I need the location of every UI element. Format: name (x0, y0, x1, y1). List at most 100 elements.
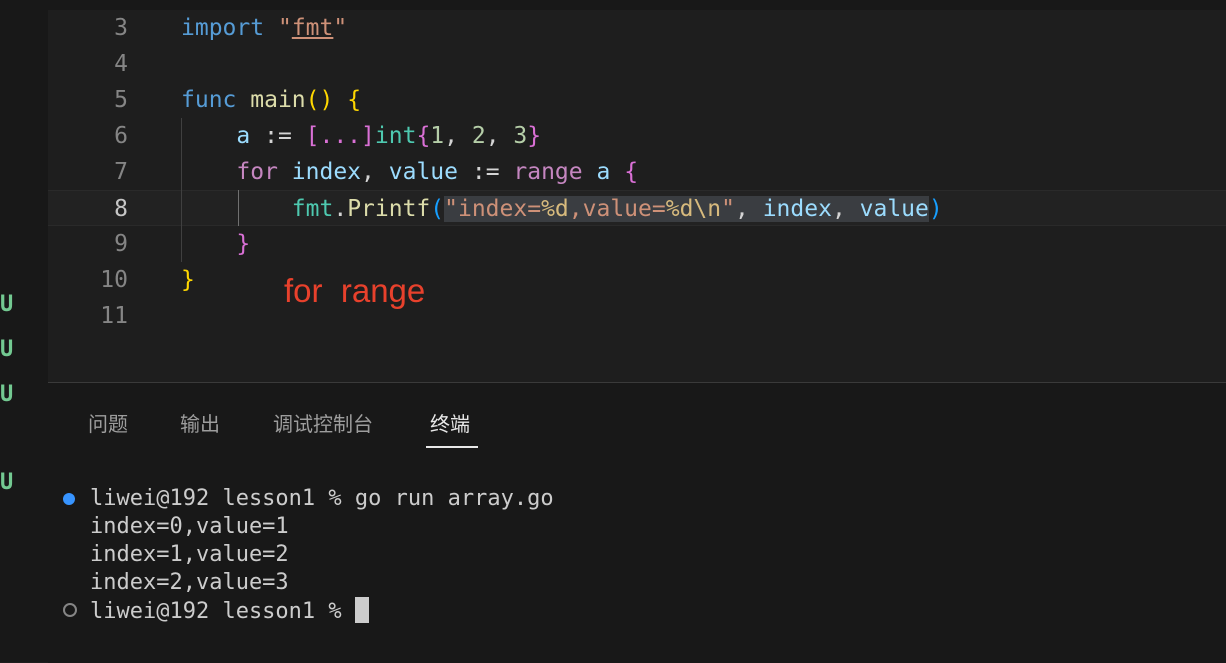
code-token: a (596, 159, 611, 185)
untracked-marker: U (0, 382, 14, 407)
code-line[interactable]: 10 } (48, 262, 1226, 298)
code-token: %d (541, 196, 569, 222)
terminal-output-line: index=1,value=2 (90, 542, 289, 567)
code-token: () (305, 87, 334, 113)
terminal-command-line: liwei@192 lesson1 % go run array.go (90, 486, 554, 511)
code-token: a (236, 123, 251, 149)
untracked-marker: U (0, 337, 14, 362)
code-token: } (181, 267, 195, 293)
code-text: import "fmt" (181, 10, 347, 46)
code-text: fmt.Printf("index=%d,value=%d\n", index,… (181, 191, 943, 227)
command-success-icon[interactable] (63, 493, 75, 505)
code-line[interactable]: 7 for index, value := range a { (48, 154, 1226, 190)
code-token: " (277, 15, 292, 41)
code-line[interactable]: 11 (48, 298, 1226, 334)
terminal-output-line: index=2,value=3 (90, 570, 289, 595)
code-token: { (624, 159, 639, 185)
code-token: { (416, 123, 431, 149)
code-token: , (734, 196, 763, 222)
code-token: ) (928, 196, 943, 222)
code-line-active[interactable]: 8 fmt.Printf("index=%d,value=%d\n", inde… (48, 190, 1226, 226)
code-line[interactable]: 6 a := [...]int{1, 2, 3} (48, 118, 1226, 154)
code-token: fmt (291, 15, 334, 41)
code-token: , (361, 159, 389, 185)
indent-guide-active (238, 190, 239, 226)
line-number: 6 (114, 123, 128, 149)
tab-problems[interactable]: 问题 (88, 408, 128, 437)
code-text: func main() { (181, 82, 361, 118)
code-token: [...] (305, 123, 375, 149)
code-token: , (831, 196, 860, 222)
code-token: int (374, 123, 417, 149)
code-token: 3 (513, 123, 528, 149)
code-text: } (181, 262, 195, 298)
code-token: Printf (347, 196, 431, 222)
code-token: ( (430, 196, 445, 222)
line-number: 8 (114, 196, 128, 222)
terminal-cursor (354, 597, 369, 623)
tab-output[interactable]: 输出 (180, 408, 220, 437)
code-token: 1 (430, 123, 445, 149)
code-token: , (485, 123, 514, 149)
annotation-text: for range (284, 272, 426, 309)
code-token: } (236, 231, 251, 257)
tab-terminal[interactable]: 终端 (430, 408, 470, 437)
line-number: 7 (114, 159, 128, 185)
terminal-prompt-line[interactable]: liwei@192 lesson1 % (90, 597, 369, 626)
code-token: %d (665, 196, 694, 222)
code-text: } (181, 226, 250, 262)
active-tab-indicator (426, 446, 478, 448)
explorer-sidebar: U U U U (0, 0, 48, 662)
code-text: a := [...]int{1, 2, 3} (181, 118, 541, 154)
code-token: index (291, 159, 362, 185)
code-token: := (458, 159, 514, 185)
code-token: value (859, 196, 929, 222)
code-token: " (721, 196, 735, 222)
code-token: value (388, 159, 458, 185)
tab-debug-console[interactable]: 调试控制台 (273, 408, 373, 437)
code-token: index (762, 196, 832, 222)
code-token: 2 (471, 123, 486, 149)
line-number: 10 (100, 267, 128, 293)
line-number: 5 (114, 87, 128, 113)
line-number: 3 (114, 15, 128, 41)
bottom-panel: 问题 输出 调试控制台 终端 liwei@192 lesson1 % go ru… (48, 382, 1226, 663)
terminal-output-line: index=0,value=1 (90, 514, 289, 539)
code-token: := (250, 123, 306, 149)
untracked-marker: U (0, 470, 14, 495)
line-number: 9 (114, 231, 128, 257)
code-line[interactable]: 5 func main() { (48, 82, 1226, 118)
code-token: fmt (291, 196, 334, 222)
code-token: "index= (444, 196, 542, 222)
code-token: { (347, 87, 362, 113)
code-text: for index, value := range a { (181, 154, 638, 190)
code-editor[interactable]: 3 import "fmt" 4 5 func main() { 6 a := … (48, 10, 1226, 382)
untracked-marker: U (0, 292, 14, 317)
code-token: for (236, 159, 278, 185)
code-line[interactable]: 4 (48, 46, 1226, 82)
terminal-prompt-text: liwei@192 lesson1 % (90, 599, 355, 624)
code-token: import (181, 15, 265, 41)
code-token: \n (693, 196, 722, 222)
code-token: } (527, 123, 542, 149)
line-number: 11 (100, 303, 128, 329)
code-token: " (333, 15, 348, 41)
command-pending-icon[interactable] (63, 603, 77, 617)
code-line[interactable]: 3 import "fmt" (48, 10, 1226, 46)
code-line[interactable]: 9 } (48, 226, 1226, 262)
code-token: ,value= (568, 196, 666, 222)
code-token: range (513, 159, 583, 185)
indent-guide (181, 118, 182, 262)
code-token: , (444, 123, 472, 149)
code-token: func (181, 87, 237, 113)
